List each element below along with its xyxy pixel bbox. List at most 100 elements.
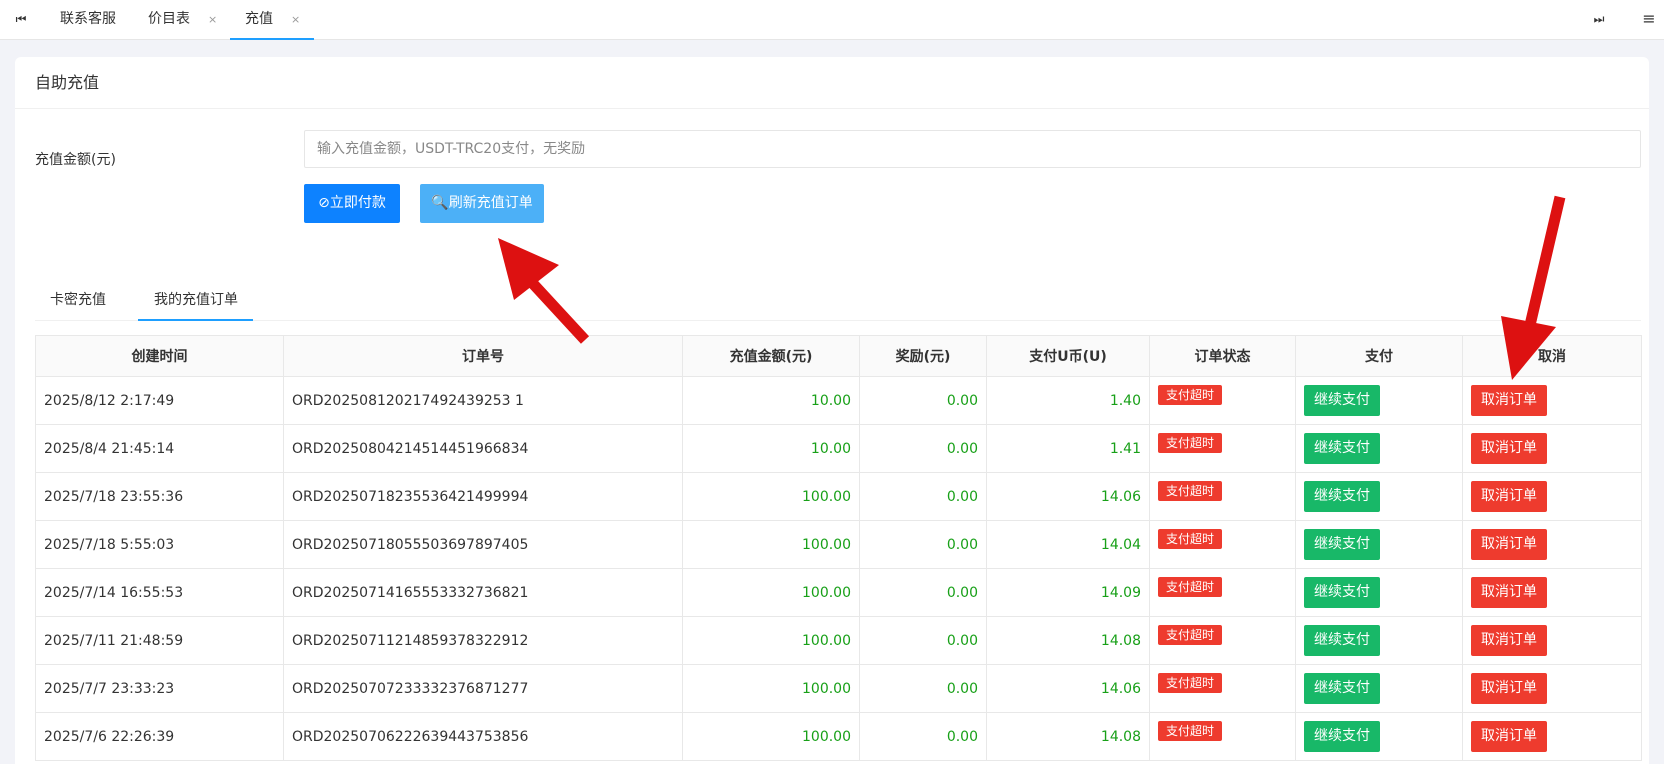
continue-pay-button[interactable]: 继续支付 [1304, 529, 1380, 560]
cell-status: 支付超时 [1149, 664, 1296, 713]
cell-reward: 0.00 [859, 568, 987, 617]
refresh-orders-button[interactable]: 🔍刷新充值订单 [420, 184, 544, 223]
cell-status: 支付超时 [1149, 520, 1296, 569]
table-row: 2025/7/18 5:55:03 ORD20250718055503697897… [35, 520, 1642, 569]
cancel-order-button[interactable]: 取消订单 [1471, 673, 1547, 704]
menu-icon[interactable]: ≡ [1634, 0, 1664, 39]
continue-pay-button[interactable]: 继续支付 [1304, 481, 1380, 512]
cell-usdt: 14.04 [986, 520, 1150, 569]
cell-usdt: 14.09 [986, 568, 1150, 617]
cell-created-time: 2025/7/14 16:55:53 [35, 568, 284, 617]
tab-label: 联系客服 [60, 11, 116, 27]
cancel-order-button[interactable]: 取消订单 [1471, 625, 1547, 656]
cell-status: 支付超时 [1149, 376, 1296, 425]
cancel-order-button[interactable]: 取消订单 [1471, 577, 1547, 608]
cancel-order-button[interactable]: 取消订单 [1471, 529, 1547, 560]
header-amount: 充值金额(元) [682, 335, 860, 377]
cancel-order-button[interactable]: 取消订单 [1471, 721, 1547, 752]
amount-label: 充值金额(元) [35, 152, 116, 168]
table-row: 2025/7/6 22:26:39 ORD20250706222639443753… [35, 712, 1642, 761]
amount-input[interactable] [304, 130, 1641, 168]
cell-order-number: ORD20250706222639443753856 [283, 712, 683, 761]
cell-cancel: 取消订单 [1462, 712, 1642, 761]
close-icon[interactable]: × [291, 13, 300, 26]
cell-usdt: 1.40 [986, 376, 1150, 425]
continue-pay-button[interactable]: 继续支付 [1304, 385, 1380, 416]
cell-pay: 继续支付 [1295, 376, 1463, 425]
cell-usdt: 14.08 [986, 616, 1150, 665]
card-title: 自助充值 [15, 57, 1649, 109]
first-tab-icon[interactable]: ⏮ [6, 0, 36, 39]
header-cancel: 取消 [1462, 335, 1642, 377]
cell-amount: 100.00 [682, 520, 860, 569]
tab-my-orders[interactable]: 我的充值订单 [138, 279, 253, 321]
continue-pay-button[interactable]: 继续支付 [1304, 625, 1380, 656]
cell-reward: 0.00 [859, 472, 987, 521]
table-row: 2025/7/18 23:55:36 ORD2025071823553642149… [35, 472, 1642, 521]
table-row: 2025/7/11 21:48:59 ORD2025071121485937832… [35, 616, 1642, 665]
cell-usdt: 14.08 [986, 712, 1150, 761]
cancel-order-button[interactable]: 取消订单 [1471, 433, 1547, 464]
status-badge: 支付超时 [1158, 624, 1223, 645]
cell-status: 支付超时 [1149, 712, 1296, 761]
table-header-row: 创建时间 订单号 充值金额(元) 奖励(元) 支付U币(U) 订单状态 支付 取… [35, 335, 1642, 377]
cell-order-number: ORD20250711214859378322912 [283, 616, 683, 665]
cell-amount: 100.00 [682, 472, 860, 521]
cell-reward: 0.00 [859, 376, 987, 425]
continue-pay-button[interactable]: 继续支付 [1304, 577, 1380, 608]
table-row: 2025/8/4 21:45:14 ORD20250804214514451966… [35, 424, 1642, 473]
close-icon[interactable]: × [208, 13, 217, 26]
continue-pay-button[interactable]: 继续支付 [1304, 673, 1380, 704]
cell-order-number: ORD20250714165553332736821 [283, 568, 683, 617]
recharge-card: 自助充值 充值金额(元) ⊘立即付款 🔍刷新充值订单 卡密充值 我的充值订单 创… [15, 57, 1649, 764]
cell-usdt: 14.06 [986, 664, 1150, 713]
continue-pay-button[interactable]: 继续支付 [1304, 721, 1380, 752]
cell-order-number: ORD20250718235536421499994 [283, 472, 683, 521]
cell-reward: 0.00 [859, 664, 987, 713]
cell-cancel: 取消订单 [1462, 424, 1642, 473]
cell-reward: 0.00 [859, 520, 987, 569]
cell-cancel: 取消订单 [1462, 376, 1642, 425]
cell-reward: 0.00 [859, 712, 987, 761]
tab-card-recharge[interactable]: 卡密充值 [50, 279, 106, 321]
cell-status: 支付超时 [1149, 472, 1296, 521]
status-badge: 支付超时 [1158, 528, 1223, 549]
cell-pay: 继续支付 [1295, 472, 1463, 521]
continue-pay-button[interactable]: 继续支付 [1304, 433, 1380, 464]
cell-amount: 100.00 [682, 568, 860, 617]
cell-reward: 0.00 [859, 616, 987, 665]
cell-cancel: 取消订单 [1462, 664, 1642, 713]
header-reward: 奖励(元) [859, 335, 987, 377]
cell-created-time: 2025/8/12 2:17:49 [35, 376, 284, 425]
cancel-order-button[interactable]: 取消订单 [1471, 385, 1547, 416]
header-order-number: 订单号 [283, 335, 683, 377]
cell-amount: 10.00 [682, 424, 860, 473]
cell-order-number: ORD20250718055503697897405 [283, 520, 683, 569]
tab-price-list[interactable]: 价目表 × [148, 0, 217, 40]
cell-amount: 100.00 [682, 616, 860, 665]
cell-cancel: 取消订单 [1462, 472, 1642, 521]
cell-created-time: 2025/7/11 21:48:59 [35, 616, 284, 665]
cell-order-number: ORD202508120217492439253 1 [283, 376, 683, 425]
status-badge: 支付超时 [1158, 576, 1223, 597]
tab-recharge[interactable]: 充值 × [230, 0, 314, 40]
orders-table: 创建时间 订单号 充值金额(元) 奖励(元) 支付U币(U) 订单状态 支付 取… [35, 335, 1642, 761]
cell-pay: 继续支付 [1295, 616, 1463, 665]
cancel-order-button[interactable]: 取消订单 [1471, 481, 1547, 512]
cell-cancel: 取消订单 [1462, 616, 1642, 665]
cell-order-number: ORD20250804214514451966834 [283, 424, 683, 473]
header-status: 订单状态 [1149, 335, 1296, 377]
cell-amount: 100.00 [682, 664, 860, 713]
tab-contact-service[interactable]: 联系客服 [60, 0, 116, 40]
cell-cancel: 取消订单 [1462, 520, 1642, 569]
cell-pay: 继续支付 [1295, 712, 1463, 761]
cell-order-number: ORD20250707233332376871277 [283, 664, 683, 713]
last-tab-icon[interactable]: ⏭ [1584, 0, 1614, 39]
cell-created-time: 2025/7/6 22:26:39 [35, 712, 284, 761]
pay-now-button[interactable]: ⊘立即付款 [304, 184, 400, 223]
cell-usdt: 14.06 [986, 472, 1150, 521]
cell-pay: 继续支付 [1295, 424, 1463, 473]
table-row: 2025/8/12 2:17:49 ORD20250812021749243925… [35, 376, 1642, 425]
status-badge: 支付超时 [1158, 432, 1223, 453]
cell-created-time: 2025/7/18 5:55:03 [35, 520, 284, 569]
